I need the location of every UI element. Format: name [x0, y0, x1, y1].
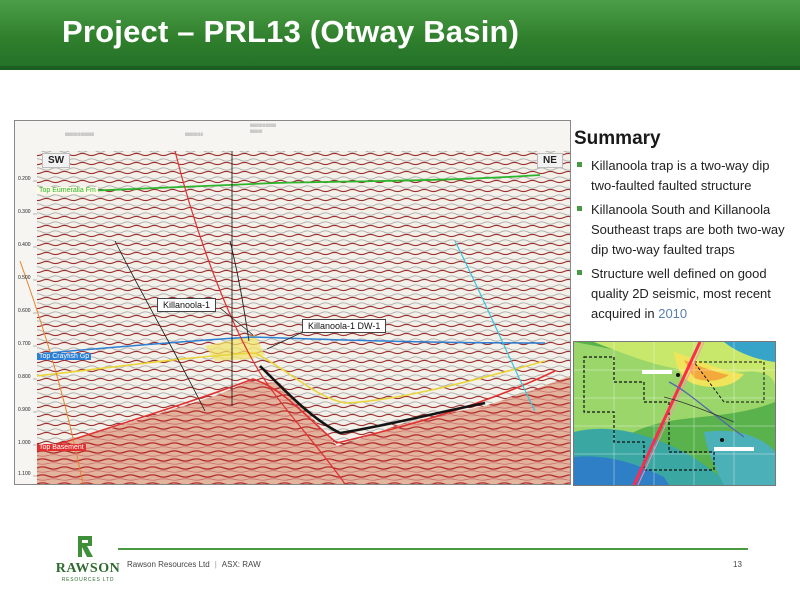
summary-highlight-year: 2010	[658, 306, 688, 321]
footer-divider	[118, 548, 748, 550]
logo-mark-icon	[72, 533, 98, 559]
bullet-square-icon	[577, 270, 582, 275]
shotpoint-text: ||||||||||||||||||||||||||||	[65, 131, 94, 136]
shotpoint-text: |||||||||||||||||||||||||	[250, 122, 276, 127]
footer-separator: |	[214, 560, 217, 569]
time-label: 0.600	[18, 308, 31, 314]
time-label: 0.200	[18, 176, 31, 182]
shotpoint-text: |||||||||||||||||	[185, 131, 203, 136]
bullet-square-icon	[577, 206, 582, 211]
seismic-section: |||||||||||||||||||||||||||| |||||||||||…	[14, 120, 571, 485]
time-label: 0.900	[18, 407, 31, 413]
time-label: 0.300	[18, 209, 31, 215]
horizon-label-eumeralla: Top Eumeralla Fm	[37, 187, 98, 194]
summary-bullet: Structure well defined on good quality 2…	[574, 264, 789, 324]
bullet-square-icon	[577, 162, 582, 167]
summary-heading: Summary	[574, 128, 661, 149]
callout-killanoola-1-dw-1: Killanoola-1 DW-1	[302, 319, 387, 333]
direction-sw: SW	[42, 153, 71, 168]
summary-bullet: Killanoola trap is a two-way dip two-fau…	[574, 156, 789, 196]
slide-title: Project – PRL13 (Otway Basin)	[62, 14, 520, 49]
shotpoint-text: ||||||||||||	[250, 128, 262, 133]
time-label: 1.000	[18, 440, 31, 446]
callout-killanoola-1: Killanoola-1	[157, 298, 217, 312]
footer-ticker: ASX: RAW	[221, 560, 261, 569]
company-logo: RAWSON RESOURCES LTD	[52, 533, 122, 583]
time-label: 0.400	[18, 242, 31, 248]
seismic-image: |||||||||||||||||||||||||||| |||||||||||…	[15, 121, 570, 484]
title-bar: Project – PRL13 (Otway Basin)	[0, 0, 800, 70]
summary-bullet: Killanoola South and Killanoola Southeas…	[574, 200, 789, 260]
time-label: 0.500	[18, 275, 31, 281]
summary-bullet-text: Killanoola South and Killanoola Southeas…	[591, 202, 785, 257]
title-bar-stripe	[0, 66, 800, 70]
logo-name: RAWSON	[55, 561, 121, 576]
footer-company: Rawson Resources Ltd	[127, 560, 210, 569]
direction-ne: NE	[537, 153, 563, 168]
horizon-label-crayfish: Top Crayfish Gp	[37, 353, 92, 360]
time-label: 1.100	[18, 471, 31, 477]
summary-bullet-text: Killanoola trap is a two-way dip two-fau…	[591, 158, 770, 193]
footer-text: Rawson Resources Ltd | ASX: RAW	[127, 560, 261, 569]
location-map	[573, 341, 776, 486]
time-label: 0.700	[18, 341, 31, 347]
structure-map-image	[574, 342, 775, 485]
summary-bullet-list: Killanoola trap is a two-way dip two-fau…	[574, 156, 789, 328]
logo-subtitle: RESOURCES LTD	[61, 577, 115, 583]
page-number: 13	[733, 560, 742, 569]
horizon-label-basement: Top Basement	[37, 444, 86, 451]
time-label: 0.800	[18, 374, 31, 380]
